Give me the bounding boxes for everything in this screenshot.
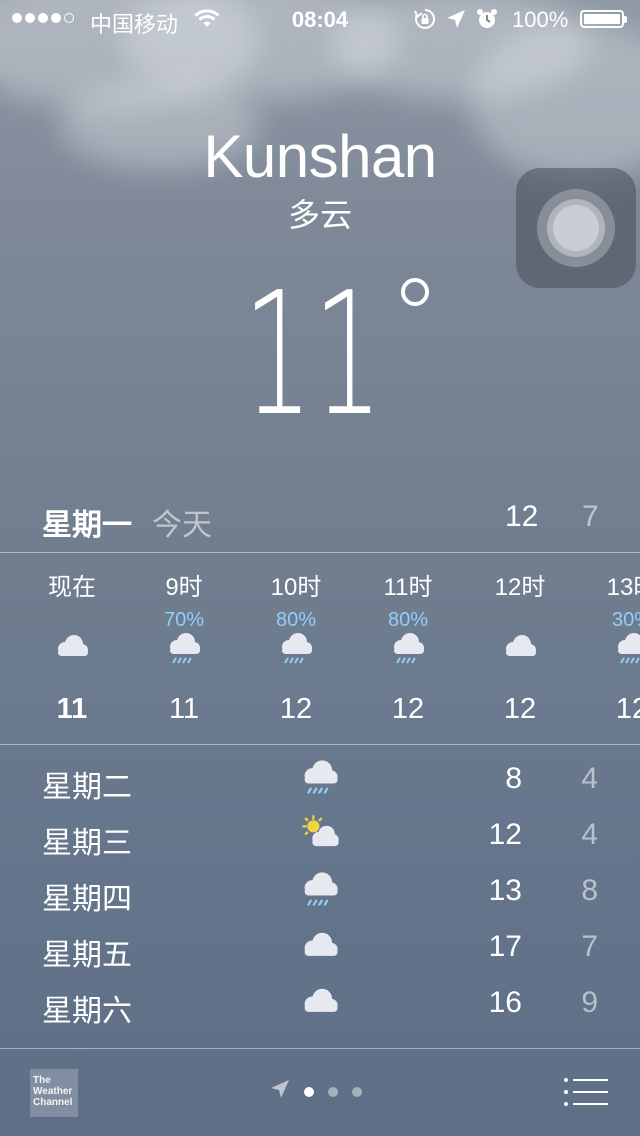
battery-icon [580, 10, 627, 28]
hour-temp: 12 [615, 693, 640, 725]
current-temperature-value: 11 [243, 268, 383, 418]
hour-temp: 12 [503, 693, 537, 725]
today-low: 7 [582, 500, 599, 533]
cloud-icon [464, 629, 576, 673]
hour-label: 10时 [270, 574, 322, 601]
day-name: 星期二 [42, 771, 132, 804]
rain-icon [296, 868, 346, 912]
hour-label: 9时 [165, 574, 203, 601]
rotation-lock-icon [414, 8, 436, 36]
today-weekday: 星期一 [42, 509, 132, 542]
page-dot[interactable] [304, 1086, 314, 1097]
day-low: 8 [581, 874, 598, 907]
daily-row: 星期四 13 8 [0, 864, 640, 920]
day-low: 7 [581, 930, 598, 963]
location-arrow-icon [446, 9, 466, 35]
current-temperature: 11 [243, 256, 443, 454]
cloud-icon [296, 924, 346, 968]
day-high: 8 [505, 762, 522, 795]
hour-item: 13时 30% 12 [576, 553, 640, 743]
day-high: 12 [488, 818, 522, 851]
rain-icon [128, 629, 240, 673]
day-name: 星期四 [42, 883, 132, 916]
status-bar: 中国移动 08:04 100% [0, 0, 640, 40]
alarm-clock-icon [476, 8, 498, 36]
cloud-icon [296, 980, 346, 1024]
hourly-forecast[interactable]: 现在 11 9时 70% 11 10时 80% 12 11时 80% 12 12… [0, 553, 640, 743]
bottom-toolbar: The Weather Channel [0, 1049, 640, 1136]
rain-icon [576, 629, 640, 673]
hour-label: 11时 [383, 574, 433, 601]
daily-row: 星期五 17 7 [0, 920, 640, 976]
daily-row: 星期二 8 4 [0, 752, 640, 808]
hour-temp: 12 [279, 693, 313, 725]
page-dot[interactable] [352, 1086, 362, 1097]
degree-symbol [401, 278, 429, 306]
day-name: 星期三 [42, 827, 132, 860]
hour-item: 12时 12 [464, 553, 576, 743]
city-list-icon[interactable] [562, 1077, 610, 1107]
battery-percentage: 100% [512, 7, 569, 32]
hour-temp: 11 [56, 693, 88, 725]
today-label: 今天 [152, 509, 212, 542]
assistive-touch-button[interactable] [516, 168, 636, 288]
page-dot[interactable] [328, 1086, 338, 1097]
day-low: 4 [581, 818, 598, 851]
hour-item: 10时 80% 12 [240, 553, 352, 743]
page-indicator[interactable] [270, 1079, 362, 1104]
divider [0, 744, 640, 745]
rain-icon [296, 756, 346, 800]
daily-row: 星期六 16 9 [0, 976, 640, 1032]
today-high: 12 [505, 500, 539, 533]
day-high: 17 [488, 930, 522, 963]
rain-icon [240, 629, 352, 673]
hour-label: 13时 [606, 574, 640, 601]
hour-label: 12时 [494, 574, 546, 601]
location-arrow-icon [270, 1079, 290, 1104]
daily-row: 星期三 12 4 [0, 808, 640, 864]
day-high: 16 [488, 986, 522, 1019]
hour-temp: 11 [168, 693, 200, 725]
day-low: 4 [581, 762, 598, 795]
rain-icon [352, 629, 464, 673]
hour-label: 现在 [48, 574, 96, 601]
day-high: 13 [488, 874, 522, 907]
partly-sunny-icon [296, 812, 346, 856]
day-name: 星期六 [42, 995, 132, 1028]
day-name: 星期五 [42, 939, 132, 972]
hour-temp: 12 [391, 693, 425, 725]
hour-item: 9时 70% 11 [128, 553, 240, 743]
day-low: 9 [581, 986, 598, 1019]
hour-item: 现在 11 [16, 553, 128, 743]
weather-channel-logo[interactable]: The Weather Channel [30, 1069, 78, 1117]
hour-item: 11时 80% 12 [352, 553, 464, 743]
cloud-icon [16, 629, 128, 673]
